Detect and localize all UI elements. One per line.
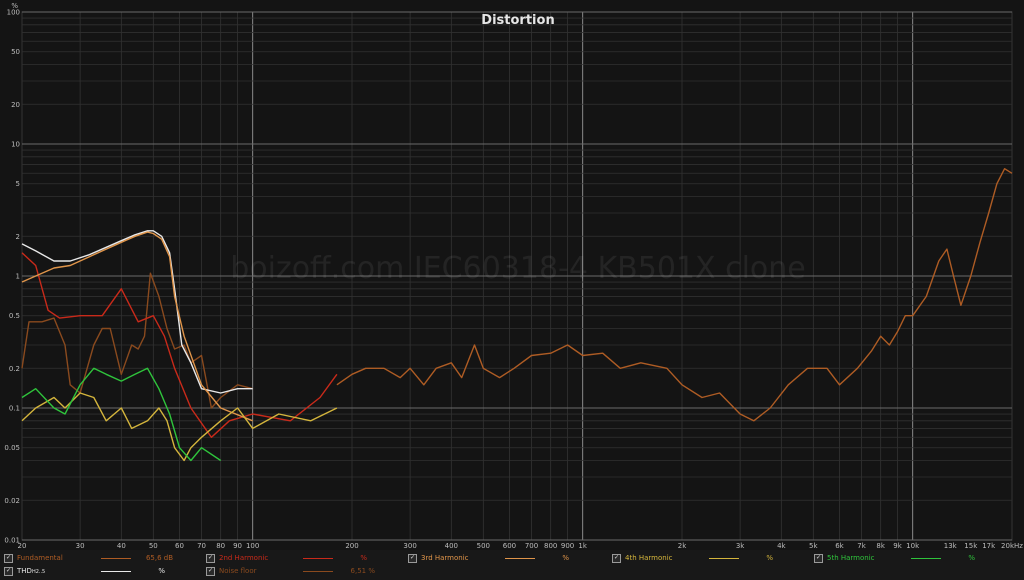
x-tick-label: 6k <box>835 542 844 550</box>
x-tick-label: 20kHz <box>1001 542 1023 550</box>
legend-4th-harmonic[interactable]: ✓ 4th Harmonic % <box>612 552 773 564</box>
x-tick-label: 300 <box>403 542 416 550</box>
y-tick-label: 1 <box>16 273 20 281</box>
x-tick-label: 7k <box>857 542 866 550</box>
y-tick-label: 0.1 <box>9 405 20 413</box>
y-tick-label: 50 <box>11 48 20 56</box>
legend-label: THDH2..5 <box>17 567 95 575</box>
legend-fundamental[interactable]: ✓ Fundamental 65,6 dB <box>4 552 173 564</box>
legend-unit: % <box>158 567 165 575</box>
x-tick-label: 700 <box>525 542 538 550</box>
checkbox-3rd-harmonic[interactable]: ✓ <box>408 553 417 563</box>
checkbox-2nd-harmonic[interactable]: ✓ <box>206 553 215 563</box>
legend-unit: % <box>766 554 773 562</box>
checkbox-noise-floor[interactable]: ✓ <box>206 566 215 576</box>
checkbox-4th-harmonic[interactable]: ✓ <box>612 553 621 563</box>
x-tick-label: 500 <box>477 542 490 550</box>
y-tick-label: 0.02 <box>4 497 20 505</box>
legend-unit: % <box>360 554 367 562</box>
x-tick-label: 100 <box>246 542 259 550</box>
legend-label: 2nd Harmonic <box>219 554 269 562</box>
x-tick-label: 400 <box>445 542 458 550</box>
legend-thd-subscript: H2..5 <box>31 569 46 575</box>
x-tick-label: 60 <box>175 542 184 550</box>
legend: ✓ Fundamental 65,6 dB ✓ 2nd Harmonic % ✓… <box>0 550 1024 580</box>
legend-label: 5th Harmonic <box>827 554 875 562</box>
legend-swatch <box>911 557 941 559</box>
y-tick-label: 10 <box>11 141 20 149</box>
y-tick-label: 0.2 <box>9 365 20 373</box>
x-tick-label: 2k <box>678 542 687 550</box>
x-tick-label: 15k <box>964 542 978 550</box>
legend-3rd-harmonic[interactable]: ✓ 3rd Harmonic % <box>408 552 569 564</box>
legend-swatch <box>101 557 131 559</box>
legend-label: 4th Harmonic <box>625 554 673 562</box>
legend-value: 6,51 % <box>350 567 375 575</box>
x-tick-label: 600 <box>503 542 516 550</box>
x-tick-label: 13k <box>944 542 958 550</box>
legend-unit: % <box>968 554 975 562</box>
legend-thd-name: THD <box>17 567 32 575</box>
distortion-chart: boizoff.com IEC60318-4 KB501X clone 20 30… <box>4 2 1023 550</box>
x-tick-label: 17k <box>982 542 996 550</box>
x-tick-label: 50 <box>149 542 158 550</box>
legend-swatch <box>303 570 333 572</box>
y-unit-label: % <box>11 2 18 10</box>
y-tick-label: 0.05 <box>4 444 20 452</box>
x-tick-label: 4k <box>777 542 786 550</box>
legend-5th-harmonic[interactable]: ✓ 5th Harmonic % <box>814 552 975 564</box>
y-tick-label: 0.5 <box>9 312 20 320</box>
legend-thd[interactable]: ✓ THDH2..5 % <box>4 565 165 577</box>
y-tick-label: 2 <box>16 233 20 241</box>
legend-label: Fundamental <box>17 554 63 562</box>
x-tick-label: 40 <box>117 542 126 550</box>
x-tick-label: 9k <box>893 542 902 550</box>
y-tick-label: 5 <box>16 180 20 188</box>
watermark: boizoff.com IEC60318-4 KB501X clone <box>230 251 806 286</box>
legend-swatch <box>303 557 333 559</box>
legend-label: 3rd Harmonic <box>421 554 469 562</box>
x-tick-label: 1k <box>578 542 587 550</box>
legend-swatch <box>505 557 535 559</box>
legend-label: Noise floor <box>219 567 257 575</box>
x-tick-label: 900 <box>561 542 574 550</box>
x-tick-label: 200 <box>345 542 358 550</box>
x-tick-label: 8k <box>876 542 885 550</box>
x-tick-label: 30 <box>76 542 85 550</box>
y-tick-label: 20 <box>11 101 20 109</box>
y-tick-label: 0.01 <box>4 537 20 545</box>
checkbox-thd[interactable]: ✓ <box>4 566 13 576</box>
chart-title: Distortion <box>481 13 554 28</box>
legend-value: 65,6 dB <box>145 554 173 562</box>
x-tick-label: 70 <box>197 542 206 550</box>
x-tick-label: 5k <box>809 542 818 550</box>
legend-unit: % <box>562 554 569 562</box>
x-tick-label: 3k <box>736 542 745 550</box>
legend-swatch <box>709 557 739 559</box>
legend-swatch <box>101 570 131 572</box>
x-tick-label: 80 <box>216 542 225 550</box>
legend-noise-floor[interactable]: ✓ Noise floor 6,51 % <box>206 565 375 577</box>
x-tick-label: 10k <box>906 542 920 550</box>
legend-2nd-harmonic[interactable]: ✓ 2nd Harmonic % <box>206 552 367 564</box>
checkbox-5th-harmonic[interactable]: ✓ <box>814 553 823 563</box>
x-tick-label: 800 <box>544 542 557 550</box>
x-tick-label: 90 <box>233 542 242 550</box>
checkbox-fundamental[interactable]: ✓ <box>4 553 13 563</box>
